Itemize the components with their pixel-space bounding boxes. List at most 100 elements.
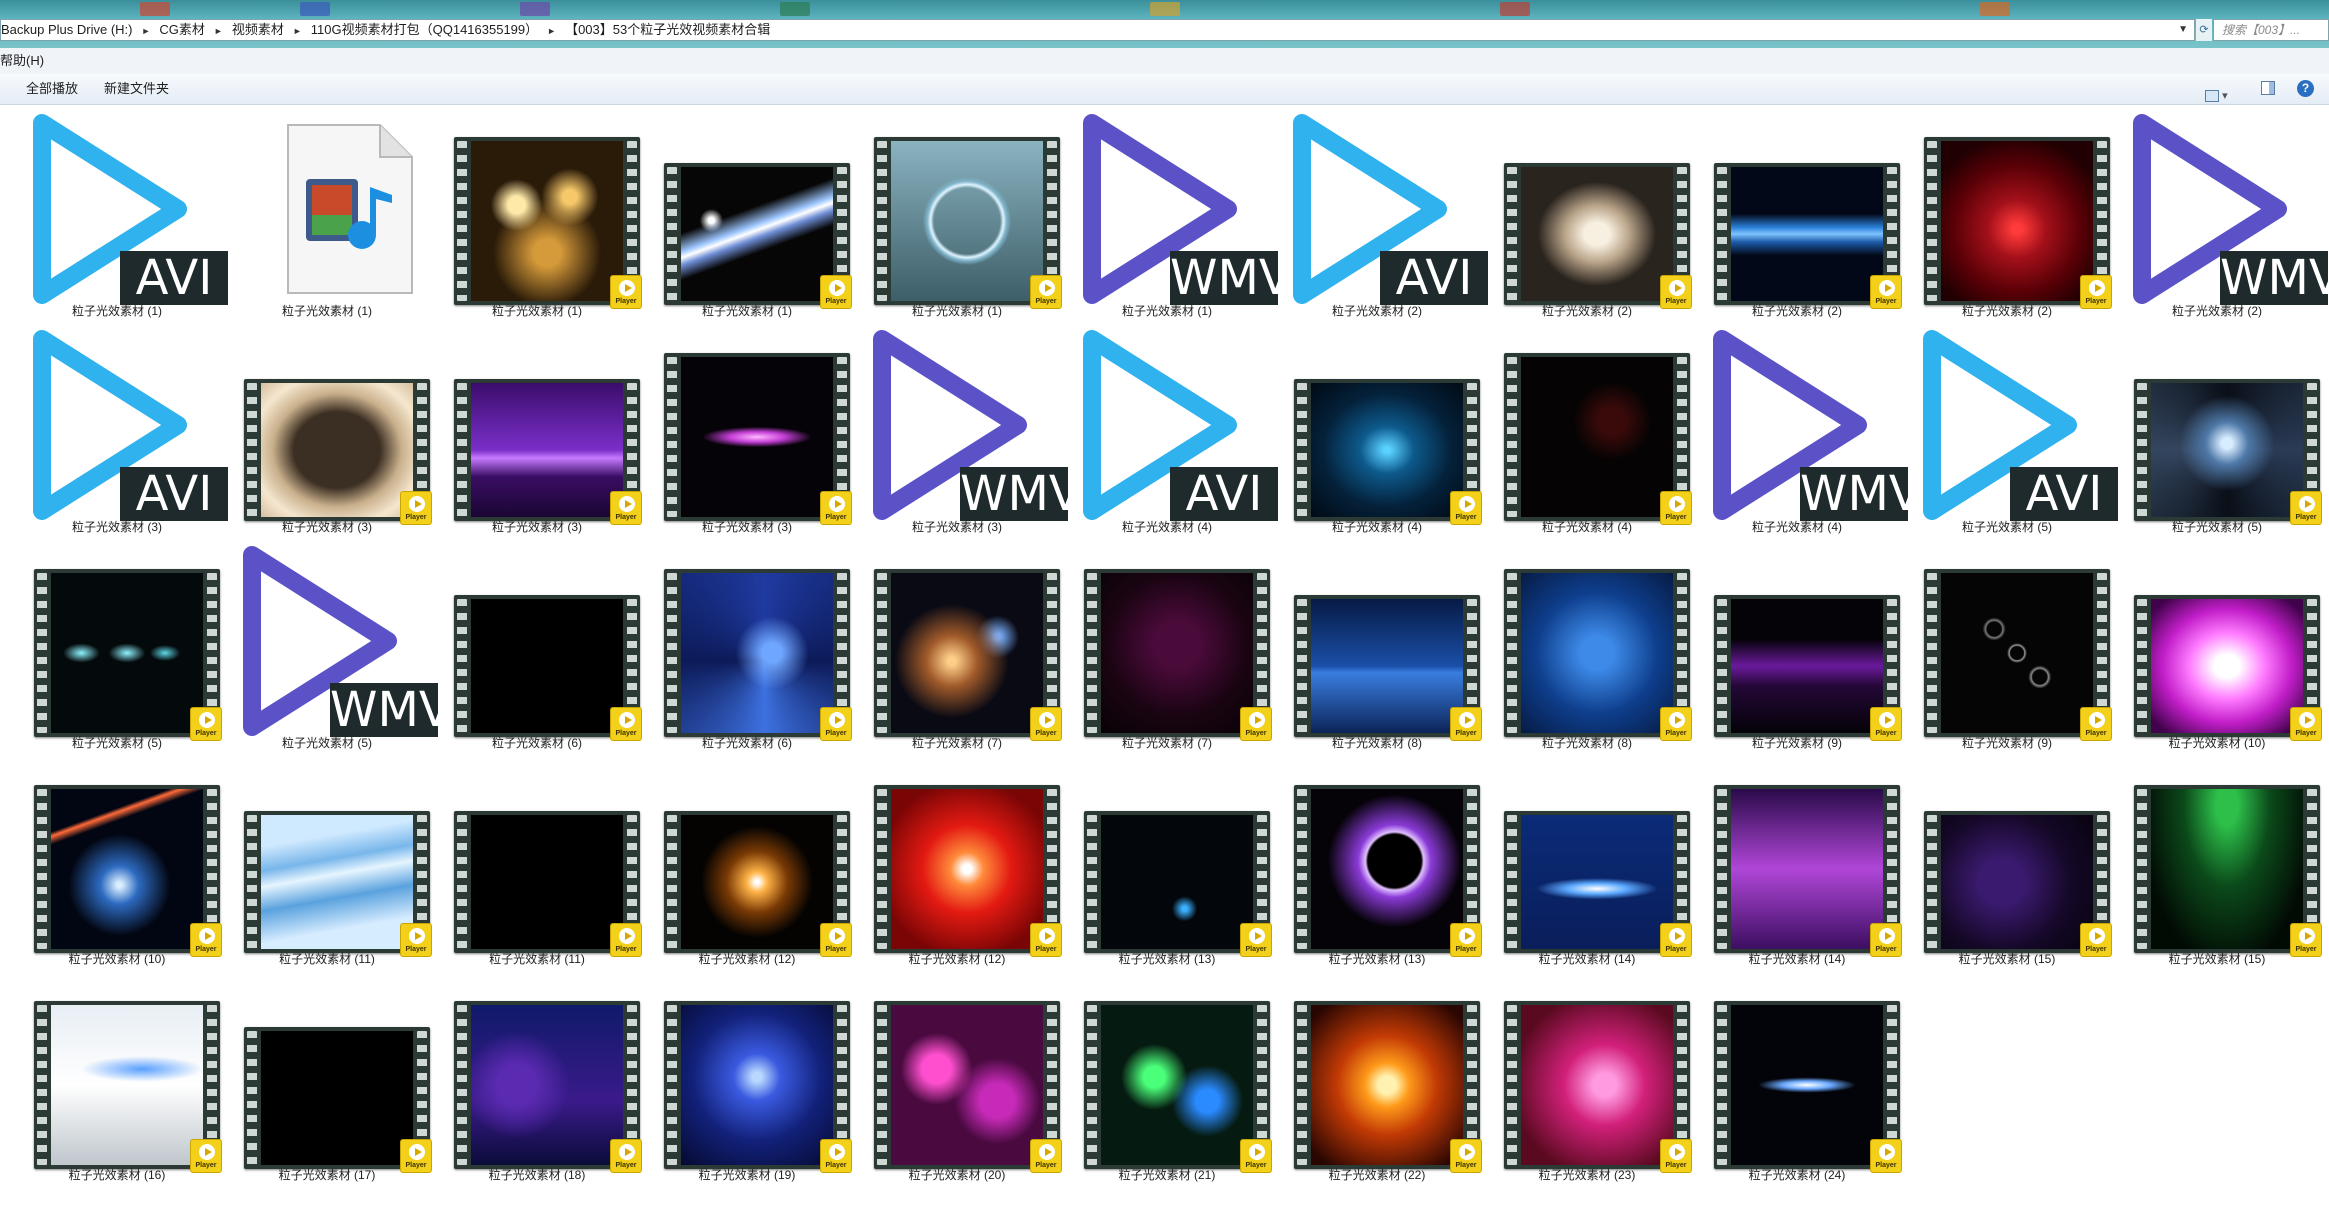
thumbnail-frame <box>681 357 833 517</box>
file-item[interactable]: WMV 粒子光效素材 (1) <box>1062 105 1292 318</box>
file-item[interactable]: Player 粒子光效素材 (3) <box>222 321 432 534</box>
file-item[interactable]: Player 粒子光效素材 (4) <box>1272 321 1482 534</box>
chevron-right-icon[interactable]: ► <box>136 21 155 40</box>
file-item[interactable]: WMV 粒子光效素材 (4) <box>1692 321 1922 534</box>
file-item[interactable]: Player 粒子光效素材 (6) <box>642 537 852 750</box>
chevron-right-icon[interactable]: ► <box>209 21 228 40</box>
wmv-extension-badge: WMV <box>330 682 452 738</box>
breadcrumb-drive[interactable]: Backup Plus Drive (H:) <box>1 20 136 40</box>
play-icon <box>2299 712 2315 728</box>
file-item[interactable]: Player 粒子光效素材 (2) <box>1902 105 2112 318</box>
play-icon <box>1039 928 1055 944</box>
file-item[interactable]: Player 粒子光效素材 (5) <box>2112 321 2322 534</box>
file-item[interactable]: Player 粒子光效素材 (12) <box>642 753 852 966</box>
file-name: 粒子光效素材 (10) <box>2168 736 2266 750</box>
file-item[interactable]: Player 粒子光效素材 (14) <box>1692 753 1902 966</box>
file-item[interactable]: Player 粒子光效素材 (16) <box>12 969 222 1182</box>
file-name: 粒子光效素材 (8) <box>1331 736 1422 750</box>
film-perforation <box>667 357 677 517</box>
file-icon: Player <box>1902 105 2112 309</box>
file-item[interactable]: Player 粒子光效素材 (13) <box>1062 753 1272 966</box>
play-all-button[interactable]: 全部播放 <box>26 74 78 104</box>
file-item[interactable]: Player 粒子光效素材 (15) <box>2112 753 2322 966</box>
file-item[interactable]: Player 粒子光效素材 (18) <box>432 969 642 1182</box>
file-item[interactable]: Player 粒子光效素材 (2) <box>1692 105 1902 318</box>
file-item[interactable]: Player 粒子光效素材 (6) <box>432 537 642 750</box>
history-dropdown-icon[interactable]: ▼ <box>2178 20 2188 40</box>
file-name: 粒子光效素材 (5) <box>71 736 162 750</box>
file-item[interactable]: Player 粒子光效素材 (4) <box>1482 321 1692 534</box>
file-item[interactable]: Player 粒子光效素材 (24) <box>1692 969 1902 1182</box>
file-item[interactable]: AVI 粒子光效素材 (4) <box>1062 321 1278 534</box>
avi-extension-badge: AVI <box>120 251 228 305</box>
file-item[interactable]: Player 粒子光效素材 (8) <box>1272 537 1482 750</box>
chevron-right-icon[interactable]: ► <box>542 21 561 40</box>
play-icon <box>1669 712 1685 728</box>
file-item[interactable]: Player 粒子光效素材 (12) <box>852 753 1062 966</box>
file-item[interactable]: WMV 粒子光效素材 (5) <box>222 537 452 750</box>
play-icon <box>1669 496 1685 512</box>
play-icon <box>2299 928 2315 944</box>
file-item[interactable]: WMV 粒子光效素材 (3) <box>852 321 1082 534</box>
file-item[interactable]: Player 粒子光效素材 (21) <box>1062 969 1272 1182</box>
file-item[interactable]: Player 粒子光效素材 (9) <box>1692 537 1902 750</box>
file-name: 粒子光效素材 (4) <box>1541 520 1632 534</box>
thumbnail-frame <box>471 383 623 517</box>
breadcrumb-folder[interactable]: 视频素材 <box>228 20 288 40</box>
preview-pane-button[interactable] <box>2261 81 2275 95</box>
file-item[interactable]: Player 粒子光效素材 (8) <box>1482 537 1692 750</box>
avi-extension-badge: AVI <box>2010 467 2118 521</box>
file-item[interactable]: Player 粒子光效素材 (7) <box>1062 537 1272 750</box>
file-item[interactable]: Player 粒子光效素材 (23) <box>1482 969 1692 1182</box>
file-icon: Player <box>432 753 642 957</box>
file-item[interactable]: Player 粒子光效素材 (9) <box>1902 537 2112 750</box>
breadcrumb-current-folder[interactable]: 【003】53个粒子光效视频素材合辑 <box>561 20 774 40</box>
file-item[interactable]: Player 粒子光效素材 (3) <box>642 321 852 534</box>
file-item[interactable]: AVI 粒子光效素材 (3) <box>12 321 228 534</box>
file-item[interactable]: Player 粒子光效素材 (2) <box>1482 105 1692 318</box>
thumbnail-frame <box>1521 573 1673 733</box>
chevron-right-icon[interactable]: ► <box>288 21 307 40</box>
file-item[interactable]: Player 粒子光效素材 (13) <box>1272 753 1482 966</box>
taskbar-icon <box>300 2 330 16</box>
file-name: 粒子光效素材 (2) <box>1751 304 1842 318</box>
file-item[interactable]: Player 粒子光效素材 (14) <box>1482 753 1692 966</box>
address-bar[interactable]: Backup Plus Drive (H:) ► CG素材 ► 视频素材 ► 110G视频素… <box>0 19 2195 41</box>
file-item[interactable]: Player 粒子光效素材 (11) <box>222 753 432 966</box>
file-item[interactable]: Player 粒子光效素材 (1) <box>852 105 1062 318</box>
file-icon: Player <box>1692 969 1902 1173</box>
file-item[interactable]: Player 粒子光效素材 (19) <box>642 969 852 1182</box>
change-view-button[interactable]: ▾ <box>2205 81 2235 103</box>
file-icon: Player <box>642 753 852 957</box>
file-item[interactable]: AVI 粒子光效素材 (1) <box>12 105 228 318</box>
thumbnail-frame <box>891 1005 1043 1165</box>
file-item[interactable]: Player 粒子光效素材 (1) <box>642 105 852 318</box>
file-item[interactable]: Player 粒子光效素材 (17) <box>222 969 432 1182</box>
file-item[interactable]: WMV 粒子光效素材 (2) <box>2112 105 2329 318</box>
file-item[interactable]: AVI 粒子光效素材 (2) <box>1272 105 1488 318</box>
breadcrumb-folder[interactable]: CG素材 <box>155 20 209 40</box>
file-item[interactable]: Player 粒子光效素材 (7) <box>852 537 1062 750</box>
file-item[interactable]: Player 粒子光效素材 (1) <box>432 105 642 318</box>
thumbnail-frame <box>1731 167 1883 301</box>
file-item[interactable]: Player 粒子光效素材 (20) <box>852 969 1062 1182</box>
breadcrumb-folder[interactable]: 110G视频素材打包（QQ1416355199） <box>307 20 542 40</box>
file-item[interactable]: Player 粒子光效素材 (5) <box>12 537 222 750</box>
search-input[interactable]: 搜索【003】... <box>2213 19 2329 41</box>
refresh-icon[interactable]: ⟳ <box>2196 19 2212 41</box>
menu-help[interactable]: 帮助(H) <box>0 53 44 68</box>
file-item[interactable]: Player 粒子光效素材 (11) <box>432 753 642 966</box>
file-item[interactable]: Player 粒子光效素材 (22) <box>1272 969 1482 1182</box>
file-item[interactable]: Player 粒子光效素材 (3) <box>432 321 642 534</box>
file-item[interactable]: Player 粒子光效素材 (10) <box>12 753 222 966</box>
file-item[interactable]: Player 粒子光效素材 (15) <box>1902 753 2112 966</box>
file-item[interactable]: Player 粒子光效素材 (10) <box>2112 537 2322 750</box>
play-icon <box>829 712 845 728</box>
help-icon[interactable]: ? <box>2297 80 2314 97</box>
file-item[interactable]: 粒子光效素材 (1) <box>222 105 432 318</box>
taskbar-icon <box>140 2 170 16</box>
file-icon: Player <box>1272 321 1482 525</box>
new-folder-button[interactable]: 新建文件夹 <box>104 74 169 104</box>
file-item[interactable]: AVI 粒子光效素材 (5) <box>1902 321 2118 534</box>
film-perforation <box>2137 383 2147 517</box>
